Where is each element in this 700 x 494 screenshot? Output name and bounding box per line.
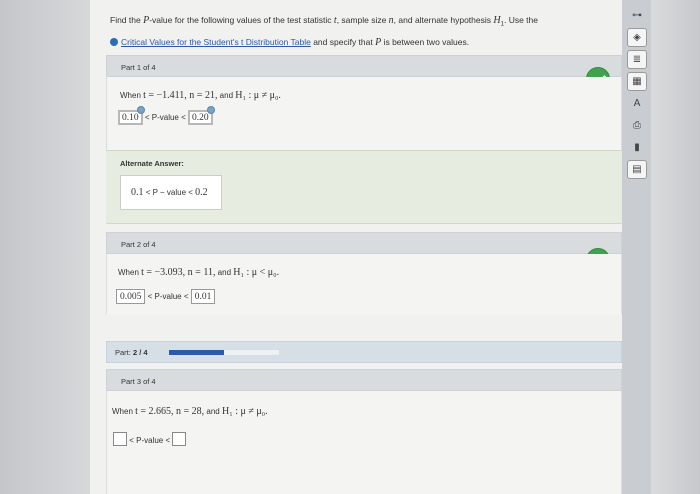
part2-header: Part 2 of 4 [106,232,622,254]
intro-text: Find the [110,15,144,25]
part3-header: Part 3 of 4 [106,369,622,391]
question-intro: Find the P-value for the following value… [110,12,610,51]
info-icon[interactable] [110,37,118,46]
part2-body [106,254,622,314]
intro-text: . Use the [503,15,538,25]
intro-text: and specify that [310,36,376,47]
intro-text: -value for the following values of the t… [149,15,334,25]
part2-hypothesis: H₁ : μ < μ₀. [233,267,280,278]
part3-stat: t = 2.665, n = 28, [135,406,205,417]
part1-lower-value: 0.10 [122,113,139,123]
and-text: and [217,91,236,100]
table-icon[interactable]: ▤ [627,160,647,179]
chart-icon[interactable]: ▮ [627,138,647,157]
and-text: and [204,407,222,416]
part2-lower-input[interactable]: 0.005 [116,289,146,304]
alternate-answer-panel: Alternate Answer: 0.1 < P − value < 0.2 [106,150,622,224]
progress-prefix: Part: [115,348,133,357]
edit-badge-icon [136,106,145,114]
alt-mid: < P − value < [143,188,196,197]
part3-label: Part 3 of 4 [121,377,156,386]
part1-question: When t = −1.411, n = 21, and H₁ : μ ≠ μ₀… [120,90,281,101]
part1-stat: t = −1.411, n = 21, [143,90,218,101]
part3-upper-input[interactable] [172,432,187,446]
part2-question: When t = −3.093, n = 11, and H₁ : μ < μ₀… [118,267,279,278]
and-text: and [215,268,234,277]
h-symbol: H [493,15,501,26]
when-text: When [118,268,142,277]
alt-lower: 0.1 [131,187,144,198]
pvalue-text: < P-value < [145,292,191,301]
alt-upper: 0.2 [195,187,208,198]
part2-stat: t = −3.093, n = 11, [141,267,216,278]
part1-header: Part 1 of 4 [106,55,622,77]
part1-answer-row: 0.10 < P-value < 0.20 [118,106,215,125]
intro-text: , and alternate hypothesis [393,15,494,25]
part1-label: Part 1 of 4 [121,63,156,72]
part2-answer-row: 0.005 < P-value < 0.01 [116,289,216,304]
part2-label: Part 2 of 4 [121,240,156,249]
side-toolbar: ⊶ ◈ ≣ ▦ A ⎙ ▮ ▤ [627,6,649,182]
diamond-icon[interactable]: ◈ [627,28,647,47]
intro-text: , sample size [336,15,389,25]
print-icon[interactable]: ⎙ [627,116,647,135]
part1-upper-value: 0.20 [191,113,209,123]
progress-track [169,350,279,355]
edit-badge-icon [206,106,215,114]
part3-answer-row: < P-value < [113,432,187,446]
progress-bar: Part: 2 / 4 [106,341,622,363]
document-icon[interactable]: ≣ [627,50,647,69]
key-icon[interactable]: ⊶ [627,6,647,25]
part2-upper-value: 0.01 [194,292,212,302]
progress-fill [169,350,224,355]
calculator-icon[interactable]: ▦ [627,72,647,91]
pvalue-text: < P-value < [127,436,173,445]
part3-lower-input[interactable] [113,432,127,446]
when-text: When [120,91,144,100]
pvalue-text: < P-value < [142,113,188,122]
part1-lower-input[interactable]: 0.10 [118,106,145,125]
part3-question: When t = 2.665, n = 28, and H₁ : μ ≠ μ₀. [112,406,268,417]
progress-label: Part: 2 / 4 [115,348,148,357]
left-margin [0,0,90,494]
when-text: When [112,407,136,416]
critical-values-link[interactable]: Critical Values for the Student's t Dist… [121,37,311,47]
alternate-answer-title: Alternate Answer: [120,159,184,168]
text-size-icon[interactable]: A [627,94,647,113]
part3-hypothesis: H₁ : μ ≠ μ₀. [221,406,268,417]
part2-lower-value: 0.005 [120,292,142,302]
alternate-answer-box: 0.1 < P − value < 0.2 [120,175,222,210]
part1-hypothesis: H₁ : μ ≠ μ₀. [235,90,281,101]
part1-upper-input[interactable]: 0.20 [187,106,215,125]
right-margin [651,0,700,494]
progress-value: 2 / 4 [132,348,148,357]
intro-text: is between two values. [381,36,470,47]
part2-upper-input[interactable]: 0.01 [190,289,216,304]
